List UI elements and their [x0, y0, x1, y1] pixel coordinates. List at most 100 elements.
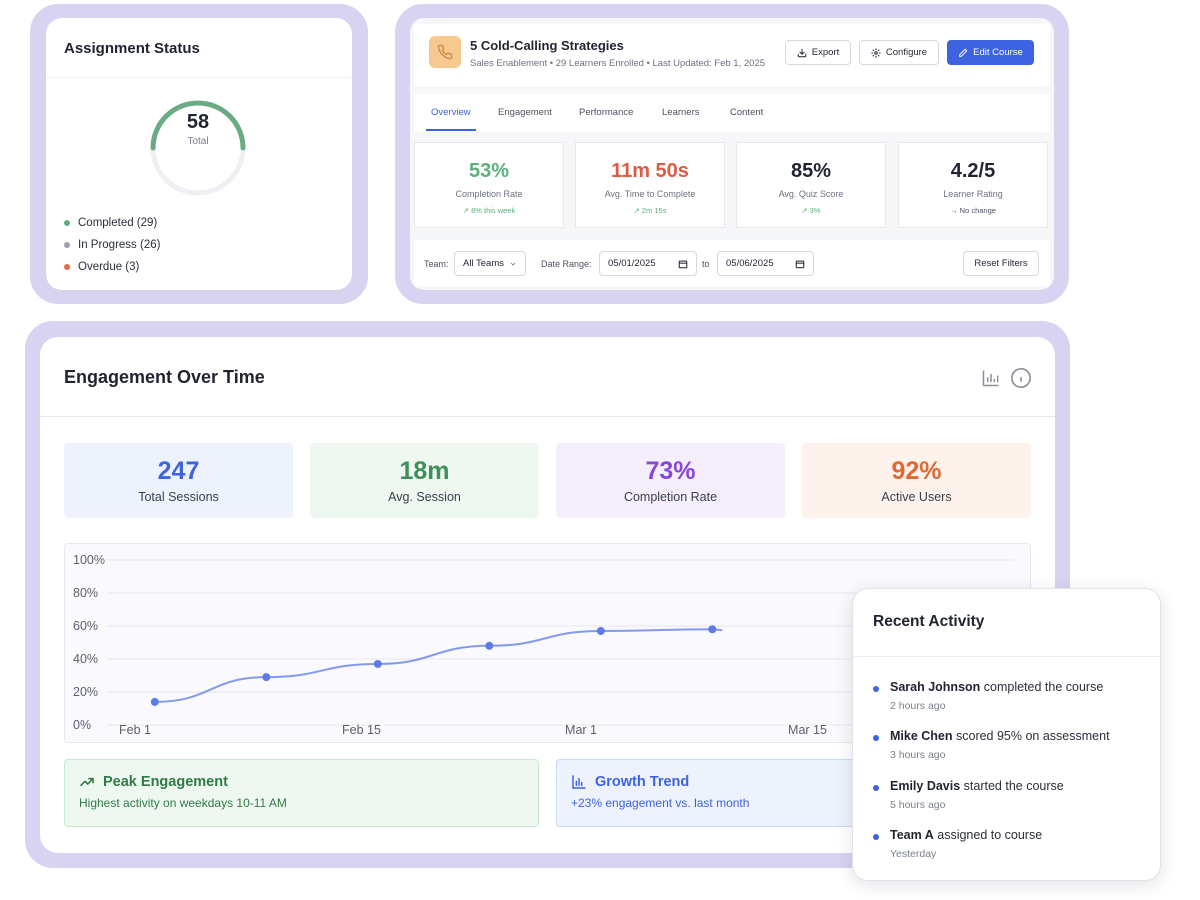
- insight-peak-engagement: Peak Engagement Highest activity on week…: [64, 759, 539, 827]
- stat-label: Completion Rate: [455, 189, 523, 199]
- tab-overview[interactable]: Overview: [431, 107, 471, 118]
- date-range-label: Date Range:: [541, 259, 592, 269]
- stat-label: Avg. Time to Complete: [604, 189, 696, 199]
- donut-total-label: Total: [187, 136, 209, 147]
- date-to-label: to: [702, 259, 710, 269]
- data-point: [262, 673, 271, 682]
- configure-button[interactable]: Configure: [859, 40, 939, 65]
- course-overview-card: 5 Cold-Calling Strategies Sales Enableme…: [410, 18, 1054, 290]
- stat-value: 85%: [790, 160, 832, 182]
- tab-performance[interactable]: Performance: [579, 107, 633, 118]
- stat-learner-rating: 4.2/5 Learner Rating → No change: [898, 142, 1048, 228]
- course-tabs: Overview Engagement Performance Learners…: [414, 94, 1050, 132]
- date-to-input[interactable]: 05/06/2025: [717, 251, 814, 276]
- course-header: 5 Cold-Calling Strategies Sales Enableme…: [414, 24, 1050, 86]
- course-title: 5 Cold-Calling Strategies: [470, 38, 624, 53]
- activity-actor: Team A: [890, 828, 934, 842]
- kpi-label: Avg. Session: [388, 490, 461, 504]
- active-tab-indicator: [426, 129, 476, 131]
- activity-actor: Mike Chen: [890, 729, 953, 743]
- configure-label: Configure: [885, 47, 928, 58]
- x-tick-label: Feb 1: [119, 723, 151, 737]
- info-icon[interactable]: [1010, 367, 1032, 389]
- bar-chart-icon[interactable]: [981, 368, 1001, 388]
- course-filters: Team: All Teams Date Range: 05/01/2025 t…: [414, 240, 1050, 286]
- download-icon: [797, 48, 807, 57]
- team-filter-label: Team:: [424, 259, 449, 269]
- kpi-total-sessions: 247 Total Sessions: [64, 443, 293, 518]
- phone-icon: [429, 36, 461, 68]
- stat-value: 53%: [468, 160, 510, 182]
- data-point: [596, 626, 605, 635]
- calendar-icon: [795, 260, 805, 268]
- kpi-label: Active Users: [881, 490, 952, 504]
- legend-completed-label: Completed (29): [78, 217, 158, 229]
- insight-description: +23% engagement vs. last month: [571, 796, 750, 810]
- activity-actor: Sarah Johnson: [890, 680, 981, 694]
- data-point: [485, 641, 494, 650]
- activity-text: Emily Davis started the course: [890, 779, 1160, 793]
- x-tick-label: Feb 15: [342, 723, 381, 737]
- engagement-title: Engagement Over Time: [64, 367, 265, 387]
- legend-overdue: Overdue (3): [64, 261, 139, 273]
- gear-icon: [871, 47, 881, 58]
- y-tick-label: 40%: [73, 652, 98, 666]
- legend-completed: Completed (29): [64, 217, 157, 229]
- date-to-value: 05/06/2025: [726, 258, 774, 269]
- stat-label: Avg. Quiz Score: [778, 189, 844, 199]
- insight-title-row: Peak Engagement: [79, 774, 524, 790]
- kpi-value: 18m: [399, 457, 450, 485]
- legend-overdue-label: Overdue (3): [78, 261, 140, 273]
- engagement-header: Engagement Over Time: [40, 337, 1055, 417]
- tab-learners[interactable]: Learners: [662, 107, 700, 118]
- edit-course-button[interactable]: Edit Course: [947, 40, 1034, 65]
- kpi-completion-rate: 73% Completion Rate: [556, 443, 785, 518]
- activity-action: assigned to course: [933, 828, 1043, 842]
- legend-in-progress-label: In Progress (26): [78, 239, 161, 251]
- insight-title: Peak Engagement: [103, 774, 228, 790]
- activity-text: Mike Chen scored 95% on assessment: [890, 729, 1160, 743]
- kpi-value: 247: [157, 457, 200, 485]
- kpi-label: Total Sessions: [138, 490, 219, 504]
- kpi-active-users: 92% Active Users: [802, 443, 1031, 518]
- activity-time: 2 hours ago: [890, 700, 946, 712]
- stat-value: 11m 50s: [611, 160, 689, 182]
- calendar-icon: [678, 260, 688, 268]
- engagement-line: [154, 628, 723, 703]
- insight-description: Highest activity on weekdays 10-11 AM: [79, 796, 287, 810]
- course-subtitle: Sales Enablement • 29 Learners Enrolled …: [470, 58, 766, 69]
- completed-dot: [64, 220, 70, 226]
- recent-activity-title: Recent Activity: [853, 589, 1160, 657]
- y-tick-label: 100%: [73, 553, 105, 567]
- in-progress-dot: [64, 242, 70, 248]
- activity-actor: Emily Davis: [890, 779, 961, 793]
- stat-value: 4.2/5: [950, 160, 996, 182]
- date-from-value: 05/01/2025: [608, 258, 656, 269]
- recent-activity-card: Recent Activity Sarah Johnson completed …: [852, 588, 1161, 881]
- stat-quiz-score: 85% Avg. Quiz Score ↗ 3%: [736, 142, 886, 228]
- export-label: Export: [811, 47, 840, 58]
- activity-time: 5 hours ago: [890, 799, 946, 811]
- stat-trend: → No change: [950, 206, 996, 215]
- x-tick-label: Mar 15: [788, 723, 827, 737]
- y-tick-label: 20%: [73, 685, 98, 699]
- data-point: [150, 697, 159, 706]
- y-tick-label: 80%: [73, 586, 98, 600]
- stat-avg-time: 11m 50s Avg. Time to Complete ↗ 2m 15s: [575, 142, 725, 228]
- data-point: [708, 625, 717, 634]
- date-from-input[interactable]: 05/01/2025: [599, 251, 697, 276]
- tab-content[interactable]: Content: [730, 107, 763, 118]
- y-tick-label: 60%: [73, 619, 98, 633]
- activity-action: started the course: [960, 779, 1064, 793]
- activity-text: Sarah Johnson completed the course: [890, 680, 1160, 694]
- stat-completion-rate: 53% Completion Rate ↗ 8% this week: [414, 142, 564, 228]
- pencil-icon: [959, 48, 968, 57]
- team-select-value: All Teams: [463, 258, 505, 269]
- export-button[interactable]: Export: [785, 40, 851, 65]
- tab-engagement[interactable]: Engagement: [498, 107, 552, 118]
- team-select[interactable]: All Teams: [454, 251, 526, 276]
- chevron-down-icon: [510, 262, 516, 266]
- stat-trend: ↗ 2m 15s: [633, 206, 667, 215]
- x-tick-label: Mar 1: [565, 723, 597, 737]
- reset-filters-button[interactable]: Reset Filters: [963, 251, 1039, 276]
